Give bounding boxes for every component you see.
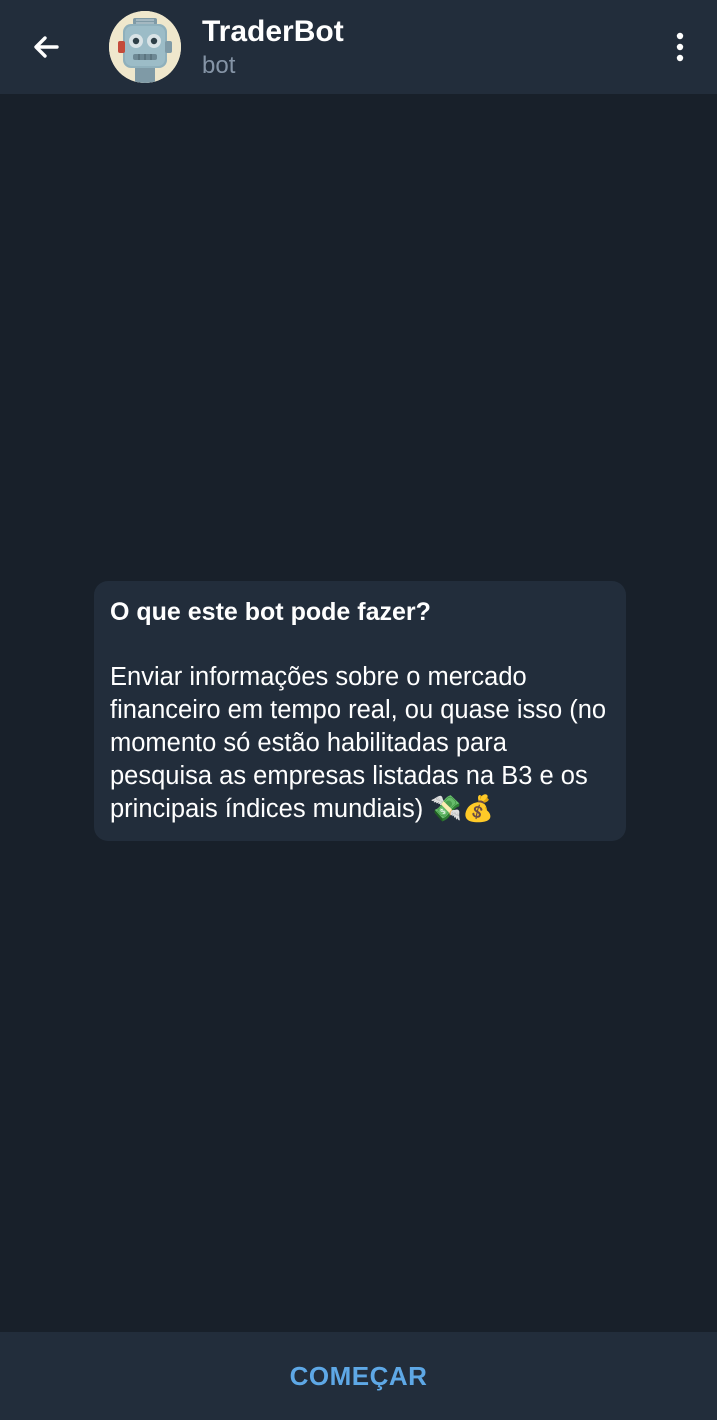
start-button[interactable]: COMEÇAR xyxy=(0,1332,717,1420)
top-bar: TraderBot bot xyxy=(0,0,717,94)
back-button[interactable] xyxy=(22,24,70,70)
more-vertical-icon xyxy=(676,32,684,62)
arrow-left-icon xyxy=(34,36,59,58)
chat-area: O que este bot pode fazer? Enviar inform… xyxy=(0,94,717,1332)
chat-title[interactable]: TraderBot xyxy=(202,14,344,50)
chat-subtitle: bot xyxy=(202,52,236,79)
bot-intro-heading: O que este bot pode fazer? xyxy=(110,598,431,626)
robot-avatar-icon xyxy=(109,11,181,83)
bot-intro-description: Enviar informações sobre o mercado finan… xyxy=(110,663,607,823)
bot-intro-card: O que este bot pode fazer? Enviar inform… xyxy=(94,581,626,841)
avatar[interactable] xyxy=(109,11,181,83)
more-options-button[interactable] xyxy=(660,24,700,70)
start-button-label: COMEÇAR xyxy=(289,1360,428,1391)
chat-screen: TraderBot bot O que este bot pode fazer?… xyxy=(0,0,717,1420)
